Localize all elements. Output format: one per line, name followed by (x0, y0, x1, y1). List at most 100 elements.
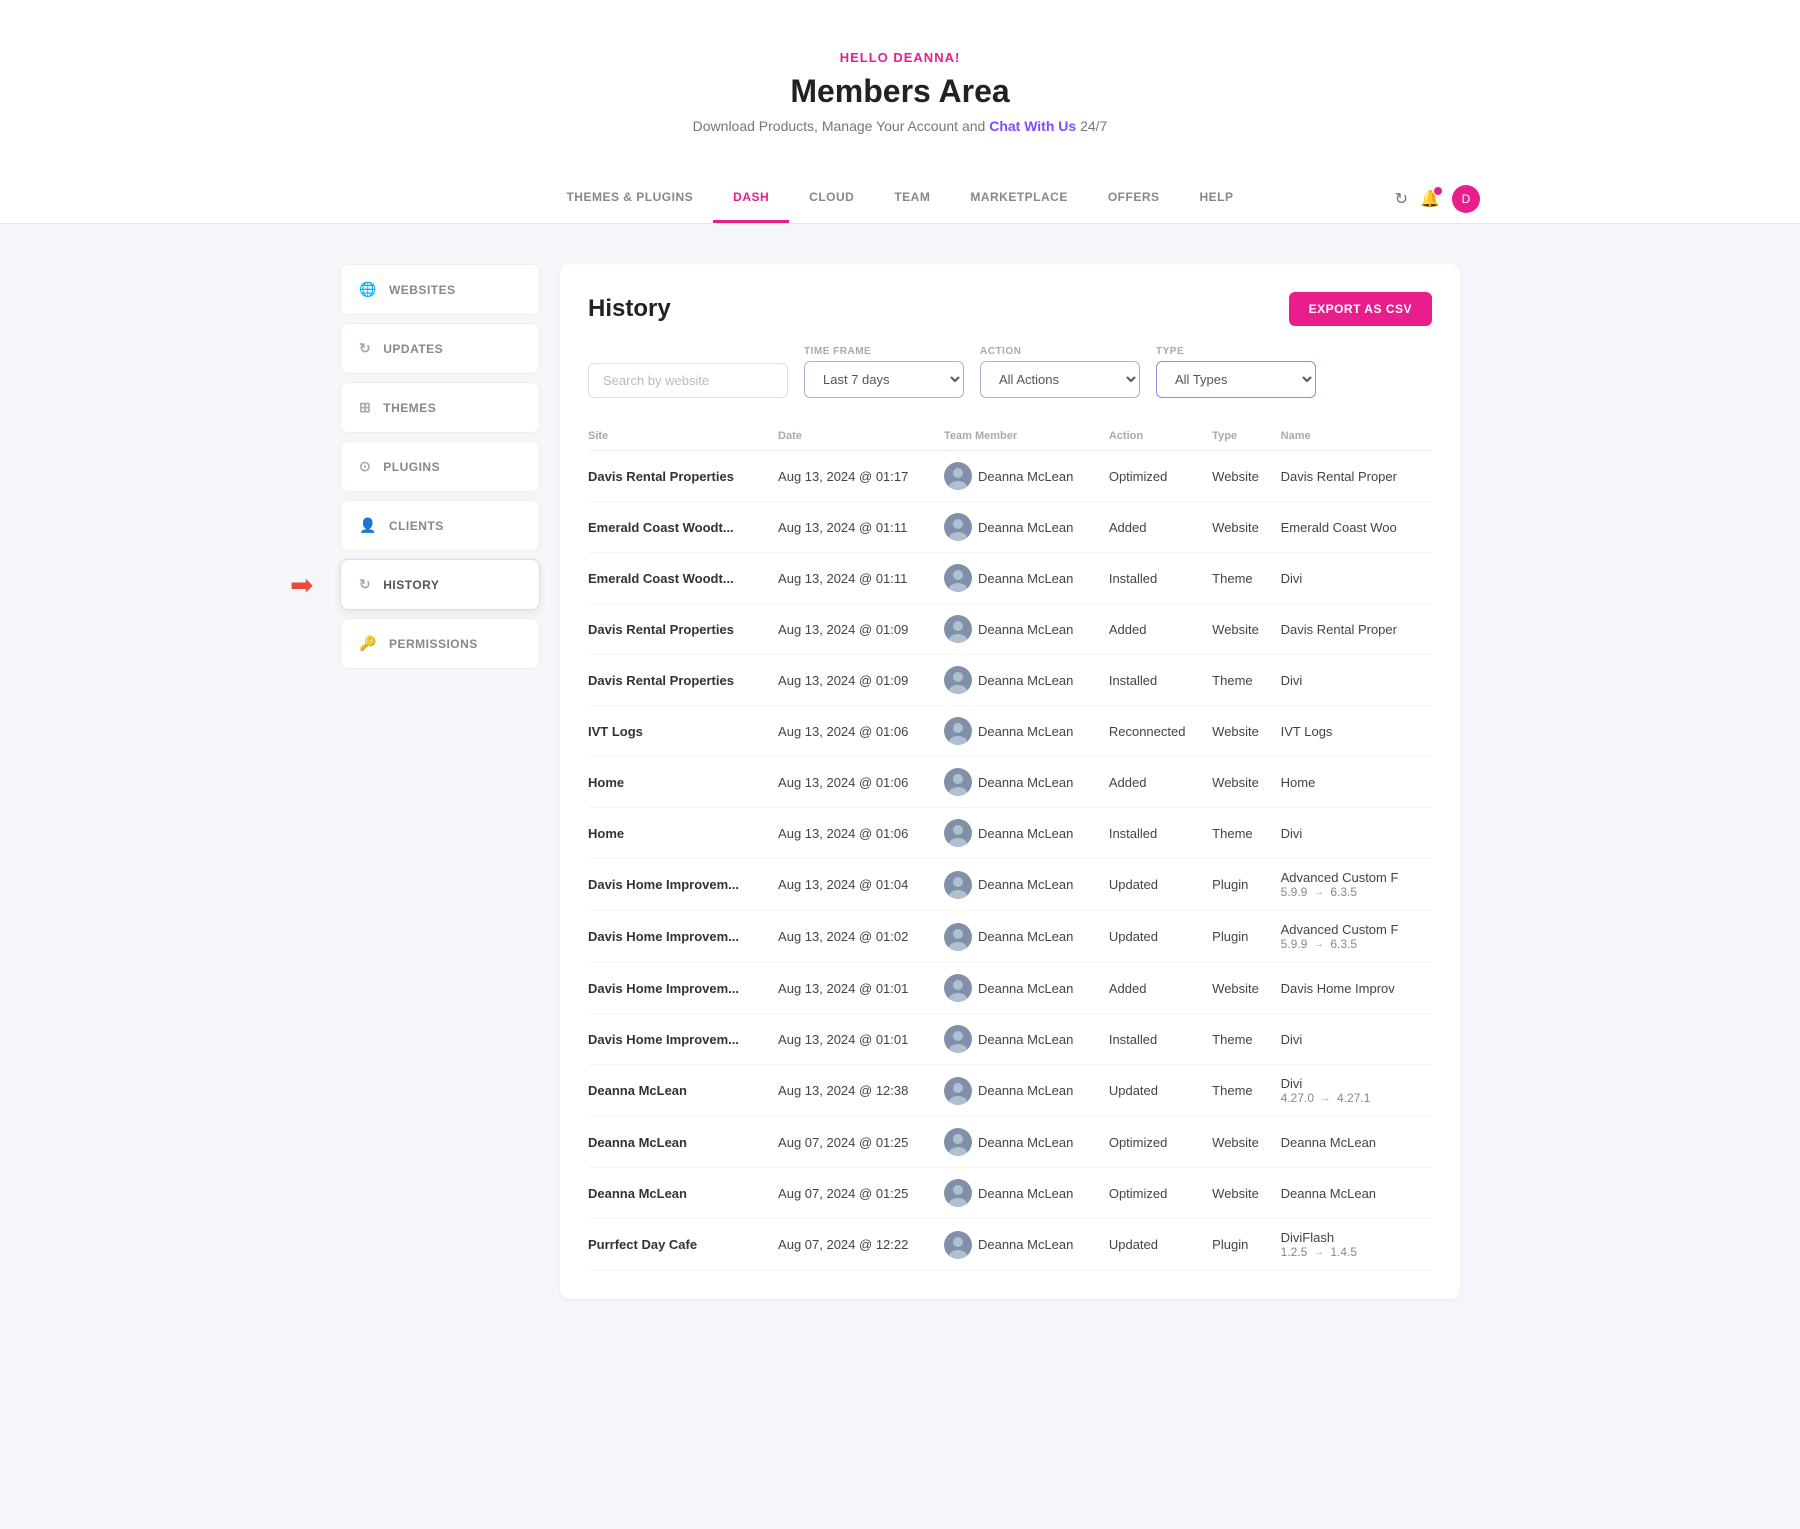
cell-name: Divi (1281, 553, 1432, 604)
type-group: TYPE All Types Website Theme Plugin (1156, 346, 1316, 398)
cell-type: Website (1212, 963, 1280, 1014)
cell-date: Aug 13, 2024 @ 01:11 (778, 553, 944, 604)
filters-row: TIME FRAME Last 7 days Last 14 days Last… (588, 346, 1432, 398)
tab-themes-plugins[interactable]: THEMES & PLUGINS (546, 174, 713, 223)
timeframe-select[interactable]: Last 7 days Last 14 days Last 30 days La… (804, 361, 964, 398)
cell-action: Installed (1109, 808, 1212, 859)
team-avatar (944, 717, 972, 745)
cell-type: Theme (1212, 1065, 1280, 1117)
cell-site: Davis Rental Properties (588, 655, 778, 706)
page-header: HELLO DEANNA! Members Area Download Prod… (0, 0, 1800, 174)
cell-date: Aug 07, 2024 @ 01:25 (778, 1168, 944, 1219)
table-row: Home Aug 13, 2024 @ 01:06 Deanna McLean … (588, 808, 1432, 859)
team-name: Deanna McLean (978, 469, 1073, 484)
sidebar: 🌐 WEBSITES ↻ UPDATES ⊞ THEMES ⊙ PLUGINS … (340, 264, 540, 1299)
sidebar-item-updates[interactable]: ↻ UPDATES (340, 323, 540, 374)
clients-icon: 👤 (359, 517, 377, 534)
sidebar-label-updates: UPDATES (383, 342, 443, 356)
team-avatar (944, 564, 972, 592)
cell-type: Website (1212, 706, 1280, 757)
sidebar-item-clients[interactable]: 👤 CLIENTS (340, 500, 540, 551)
cell-name: Home (1281, 757, 1432, 808)
cell-name: Advanced Custom F 5.9.9 → 6.3.5 (1281, 859, 1432, 911)
table-row: Purrfect Day Cafe Aug 07, 2024 @ 12:22 D… (588, 1219, 1432, 1271)
cell-team: Deanna McLean (944, 1219, 1109, 1271)
cell-date: Aug 13, 2024 @ 12:38 (778, 1065, 944, 1117)
sidebar-item-permissions[interactable]: 🔑 PERMISSIONS (340, 618, 540, 669)
table-row: Deanna McLean Aug 07, 2024 @ 01:25 Deann… (588, 1168, 1432, 1219)
sidebar-item-plugins[interactable]: ⊙ PLUGINS (340, 441, 540, 492)
tab-dash[interactable]: DASH (713, 174, 789, 223)
col-type: Type (1212, 422, 1280, 451)
version-from: 4.27.0 (1281, 1091, 1314, 1105)
version-to: 6.3.5 (1330, 937, 1357, 951)
main-content: History EXPORT AS CSV TIME FRAME Last 7 … (560, 264, 1460, 1299)
version-range: 5.9.9 → 6.3.5 (1281, 937, 1420, 951)
chat-link[interactable]: Chat With Us (989, 118, 1076, 134)
globe-icon: 🌐 (359, 281, 377, 298)
arrow-icon: → (1313, 938, 1324, 950)
cell-site: Home (588, 808, 778, 859)
cell-action: Added (1109, 604, 1212, 655)
cell-team: Deanna McLean (944, 1065, 1109, 1117)
sidebar-label-history: HISTORY (383, 578, 439, 592)
sidebar-item-history[interactable]: ↻ HISTORY (340, 559, 540, 610)
cell-date: Aug 13, 2024 @ 01:04 (778, 859, 944, 911)
team-name: Deanna McLean (978, 826, 1073, 841)
cell-site: Davis Home Improvem... (588, 963, 778, 1014)
table-header-row: Site Date Team Member Action Type Name (588, 422, 1432, 451)
refresh-icon[interactable]: ↻ (1395, 189, 1408, 209)
cell-name: Davis Rental Proper (1281, 451, 1432, 502)
cell-action: Optimized (1109, 1168, 1212, 1219)
tab-cloud[interactable]: CLOUD (789, 174, 874, 223)
version-to: 1.4.5 (1330, 1245, 1357, 1259)
team-name: Deanna McLean (978, 1083, 1073, 1098)
team-name: Deanna McLean (978, 1186, 1073, 1201)
history-item-wrapper: ➡ ↻ HISTORY (340, 559, 540, 610)
team-name: Deanna McLean (978, 775, 1073, 790)
history-icon: ↻ (359, 576, 371, 593)
team-name: Deanna McLean (978, 724, 1073, 739)
col-site: Site (588, 422, 778, 451)
table-row: Emerald Coast Woodt... Aug 13, 2024 @ 01… (588, 553, 1432, 604)
team-avatar (944, 1077, 972, 1105)
cell-name: Emerald Coast Woo (1281, 502, 1432, 553)
sidebar-item-themes[interactable]: ⊞ THEMES (340, 382, 540, 433)
tab-marketplace[interactable]: MARKETPLACE (950, 174, 1088, 223)
action-select[interactable]: All Actions Added Updated Installed Opti… (980, 361, 1140, 398)
version-range: 4.27.0 → 4.27.1 (1281, 1091, 1420, 1105)
notifications-icon[interactable]: 🔔 (1420, 189, 1440, 209)
timeframe-label: TIME FRAME (804, 346, 964, 357)
table-row: Davis Rental Properties Aug 13, 2024 @ 0… (588, 451, 1432, 502)
cell-team: Deanna McLean (944, 604, 1109, 655)
avatar[interactable]: D (1452, 185, 1480, 213)
sidebar-item-websites[interactable]: 🌐 WEBSITES (340, 264, 540, 315)
cell-date: Aug 13, 2024 @ 01:09 (778, 604, 944, 655)
table-row: Davis Home Improvem... Aug 13, 2024 @ 01… (588, 963, 1432, 1014)
nav-right: ↻ 🔔 D (1395, 185, 1480, 213)
type-label: TYPE (1156, 346, 1316, 357)
cell-team: Deanna McLean (944, 1117, 1109, 1168)
tab-offers[interactable]: OFFERS (1088, 174, 1180, 223)
cell-team: Deanna McLean (944, 808, 1109, 859)
cell-date: Aug 13, 2024 @ 01:01 (778, 1014, 944, 1065)
version-range: 5.9.9 → 6.3.5 (1281, 885, 1420, 899)
history-header: History EXPORT AS CSV (588, 292, 1432, 326)
cell-type: Website (1212, 757, 1280, 808)
type-select[interactable]: All Types Website Theme Plugin (1156, 361, 1316, 398)
cell-date: Aug 13, 2024 @ 01:01 (778, 963, 944, 1014)
team-avatar (944, 871, 972, 899)
history-title: History (588, 295, 671, 323)
tab-team[interactable]: TEAM (874, 174, 950, 223)
team-name: Deanna McLean (978, 1135, 1073, 1150)
cell-site: Emerald Coast Woodt... (588, 553, 778, 604)
export-csv-button[interactable]: EXPORT AS CSV (1289, 292, 1432, 326)
search-input[interactable] (588, 363, 788, 398)
cell-action: Optimized (1109, 1117, 1212, 1168)
team-avatar (944, 768, 972, 796)
page-subtitle: Download Products, Manage Your Account a… (320, 118, 1480, 134)
tab-help[interactable]: HELP (1180, 174, 1254, 223)
cell-date: Aug 13, 2024 @ 01:11 (778, 502, 944, 553)
sidebar-label-websites: WEBSITES (389, 283, 456, 297)
cell-date: Aug 13, 2024 @ 01:17 (778, 451, 944, 502)
